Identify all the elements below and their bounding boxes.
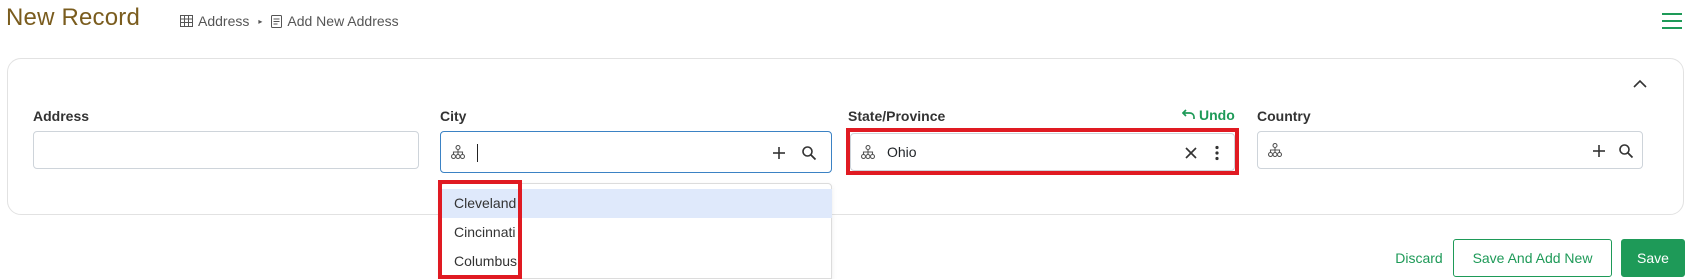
- chevron-right-icon: ▸: [258, 16, 263, 26]
- city-label: City: [440, 108, 467, 124]
- document-icon: [271, 14, 283, 28]
- country-label: Country: [1257, 108, 1311, 124]
- discard-button[interactable]: Discard: [1388, 239, 1450, 277]
- city-dropdown-list: Cleveland Cincinnati Columbus: [440, 183, 832, 279]
- breadcrumb-item-add-new-address[interactable]: Add New Address: [271, 13, 399, 29]
- header-bar: New Record Address ▸ Add New Address: [0, 0, 1690, 44]
- close-icon[interactable]: [1183, 145, 1199, 161]
- breadcrumb-label: Address: [198, 13, 250, 29]
- city-input[interactable]: [440, 131, 832, 173]
- hierarchy-icon: [1267, 142, 1283, 158]
- undo-label: Undo: [1199, 107, 1235, 123]
- plus-icon[interactable]: [1591, 143, 1607, 159]
- state-value: Ohio: [887, 144, 917, 160]
- state-input[interactable]: Ohio: [850, 133, 1235, 171]
- search-icon[interactable]: [801, 145, 817, 161]
- search-icon[interactable]: [1618, 143, 1634, 159]
- undo-icon: [1181, 107, 1195, 123]
- address-label: Address: [33, 108, 90, 124]
- page-title: New Record: [6, 4, 141, 31]
- plus-icon[interactable]: [771, 145, 787, 161]
- undo-link[interactable]: Undo: [1181, 107, 1235, 123]
- city-option-cincinnati[interactable]: Cincinnati: [442, 218, 832, 247]
- address-input[interactable]: [33, 131, 419, 169]
- hierarchy-icon: [860, 144, 876, 160]
- city-option-cleveland[interactable]: Cleveland: [442, 189, 832, 218]
- state-label: State/Province: [848, 108, 946, 124]
- breadcrumb: Address ▸ Add New Address: [180, 13, 399, 29]
- chevron-up-icon[interactable]: [1632, 77, 1648, 89]
- breadcrumb-item-address[interactable]: Address: [180, 13, 249, 29]
- country-input[interactable]: [1257, 131, 1643, 169]
- more-vertical-icon[interactable]: [1209, 145, 1225, 161]
- table-icon: [180, 15, 193, 27]
- save-button[interactable]: Save: [1621, 239, 1685, 277]
- hierarchy-icon: [450, 144, 466, 160]
- breadcrumb-label: Add New Address: [287, 13, 399, 29]
- save-and-add-new-button[interactable]: Save And Add New: [1453, 239, 1612, 277]
- text-caret: [477, 144, 478, 162]
- city-option-columbus[interactable]: Columbus: [442, 247, 832, 276]
- hamburger-menu-icon[interactable]: [1662, 12, 1682, 30]
